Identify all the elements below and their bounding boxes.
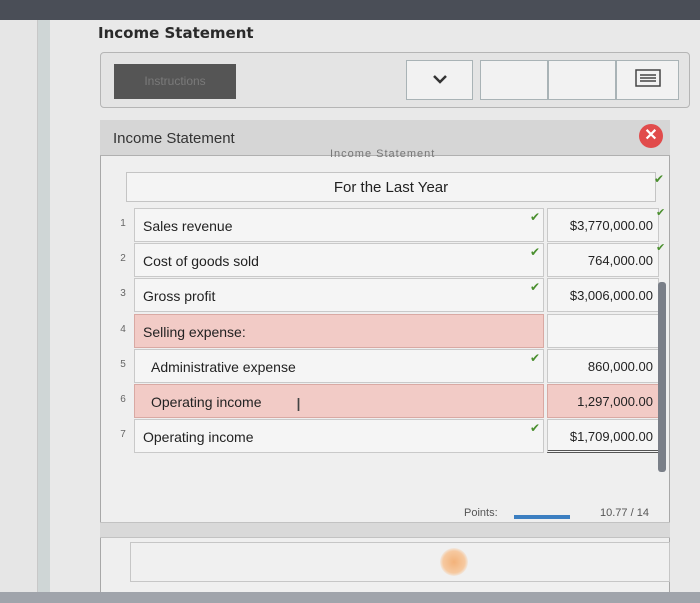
left-panel	[0, 20, 38, 603]
account-label-field[interactable]: Operating income	[134, 419, 544, 453]
row-number: 6	[120, 394, 126, 405]
points-label: Points:	[464, 507, 498, 519]
toolbar-button-3[interactable]	[548, 60, 616, 100]
text-cursor-icon: I	[296, 395, 302, 415]
period-field[interactable]: For the Last Year	[126, 172, 656, 202]
page-title: Income Statement	[98, 24, 254, 42]
chevron-down-icon	[432, 71, 448, 89]
dropdown-button[interactable]	[406, 60, 473, 100]
points-value: 10.77 / 14	[600, 507, 649, 519]
account-label-field[interactable]: Cost of goods sold	[134, 243, 544, 277]
amount-field[interactable]: 764,000.00	[547, 243, 659, 277]
amount-field[interactable]: 860,000.00	[547, 349, 659, 383]
list-icon	[634, 68, 661, 92]
correct-check-icon: ✔	[530, 245, 541, 259]
correct-check-icon: ✔	[656, 207, 666, 219]
left-panel-edge	[38, 20, 50, 603]
dialog-resize-handle[interactable]	[100, 522, 670, 538]
amount-field[interactable]: $3,006,000.00	[547, 278, 659, 312]
amount-field[interactable]: $1,709,000.00	[547, 419, 659, 453]
account-label-field[interactable]: Gross profit	[134, 278, 544, 312]
statement-header-cut: Income Statement	[330, 148, 436, 160]
dialog-title: Income Statement	[113, 130, 235, 147]
row-number: 7	[120, 429, 126, 440]
correct-check-icon: ✔	[530, 280, 541, 294]
amount-field[interactable]	[547, 314, 659, 348]
table-row: 3 Gross profit ✔ $3,006,000.00	[110, 278, 660, 313]
row-number: 2	[120, 253, 126, 264]
screen-glare	[440, 548, 468, 576]
bottom-bar	[0, 592, 700, 603]
table-row: 6 Operating income 1,297,000.00	[110, 384, 660, 419]
row-number: 4	[120, 324, 126, 335]
browser-top-bar	[0, 0, 700, 20]
table-row: 7 Operating income ✔ $1,709,000.00	[110, 419, 660, 454]
close-icon[interactable]: ✕	[639, 124, 663, 148]
correct-check-icon: ✔	[656, 242, 666, 254]
points-progress-bar	[514, 515, 570, 519]
row-number: 5	[120, 359, 126, 370]
row-number: 1	[120, 218, 126, 229]
amount-field-incorrect[interactable]: 1,297,000.00	[547, 384, 659, 418]
account-label-field[interactable]: Sales revenue	[134, 208, 544, 242]
table-row: 1 Sales revenue ✔ $3,770,000.00 ✔	[110, 207, 665, 243]
table-row: 4 Selling expense:	[110, 314, 660, 349]
table-row: 5 Administrative expense ✔ 860,000.00	[110, 349, 660, 384]
table-row: 2 Cost of goods sold ✔ 764,000.00 ✔	[110, 242, 665, 278]
dialog-scrollbar[interactable]	[658, 282, 666, 472]
instructions-button[interactable]: Instructions	[114, 64, 236, 99]
row-number: 3	[120, 288, 126, 299]
dialog-footer	[130, 542, 670, 582]
correct-check-icon: ✔	[530, 421, 541, 435]
account-label-field[interactable]: Administrative expense	[134, 349, 544, 383]
toolbar-button-2[interactable]	[480, 60, 548, 100]
amount-field[interactable]: $3,770,000.00	[547, 208, 659, 242]
account-label-field-incorrect[interactable]: Operating income	[134, 384, 544, 418]
correct-check-icon: ✔	[530, 351, 541, 365]
correct-check-icon: ✔	[654, 172, 665, 186]
correct-check-icon: ✔	[530, 210, 541, 224]
menu-button[interactable]	[616, 60, 679, 100]
account-label-field-incorrect[interactable]: Selling expense:	[134, 314, 544, 348]
